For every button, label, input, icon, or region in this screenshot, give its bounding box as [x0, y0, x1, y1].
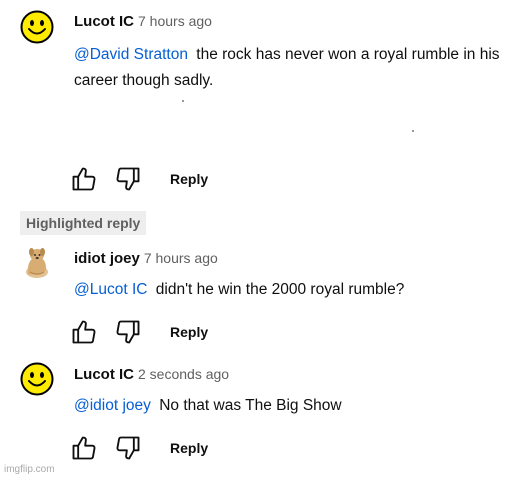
comment-author[interactable]: idiot joey	[74, 250, 140, 267]
comment-text: @Lucot IC didn't he win the 2000 royal r…	[74, 277, 504, 303]
mention-link[interactable]: @idiot joey	[74, 397, 151, 414]
thumbs-down-icon[interactable]	[114, 318, 142, 346]
thumbs-up-icon[interactable]	[70, 165, 98, 193]
reply-button[interactable]: Reply	[170, 440, 208, 456]
comment-timestamp[interactable]: 7 hours ago	[144, 250, 218, 266]
thumbs-down-icon[interactable]	[114, 165, 142, 193]
artifact-dot	[412, 130, 414, 132]
comment-author[interactable]: Lucot IC	[74, 13, 134, 30]
comment-author[interactable]: Lucot IC	[74, 366, 134, 383]
smiley-avatar-icon[interactable]	[20, 362, 54, 396]
imgflip-watermark: imgflip.com	[4, 464, 55, 475]
comment-body: No that was The Big Show	[159, 397, 342, 414]
thumbs-down-icon[interactable]	[114, 434, 142, 462]
reply-button[interactable]: Reply	[170, 324, 208, 340]
mention-link[interactable]: @Lucot IC	[74, 281, 147, 298]
comment-body: didn't he win the 2000 royal rumble?	[155, 281, 405, 298]
comment-text: @David Stratton the rock has never won a…	[74, 42, 504, 94]
comment-header: idiot joey 7 hours ago	[74, 250, 218, 267]
comment-timestamp[interactable]: 2 seconds ago	[138, 366, 229, 382]
reply-button[interactable]: Reply	[170, 171, 208, 187]
comment-header: Lucot IC 2 seconds ago	[74, 366, 229, 383]
comment-header: Lucot IC 7 hours ago	[74, 13, 212, 30]
thumbs-up-icon[interactable]	[70, 318, 98, 346]
comment-actions: Reply	[70, 317, 208, 347]
comment-text: @idiot joey No that was The Big Show	[74, 393, 504, 419]
mention-link[interactable]: @David Stratton	[74, 46, 188, 63]
smiley-avatar-icon[interactable]	[20, 10, 54, 44]
comment-actions: Reply	[70, 164, 208, 194]
artifact-dot	[182, 100, 184, 102]
comment-actions: Reply	[70, 433, 208, 463]
highlighted-reply-badge: Highlighted reply	[20, 211, 147, 235]
thumbs-up-icon[interactable]	[70, 434, 98, 462]
comment-timestamp[interactable]: 7 hours ago	[138, 13, 212, 29]
dog-avatar-icon[interactable]	[20, 245, 54, 279]
